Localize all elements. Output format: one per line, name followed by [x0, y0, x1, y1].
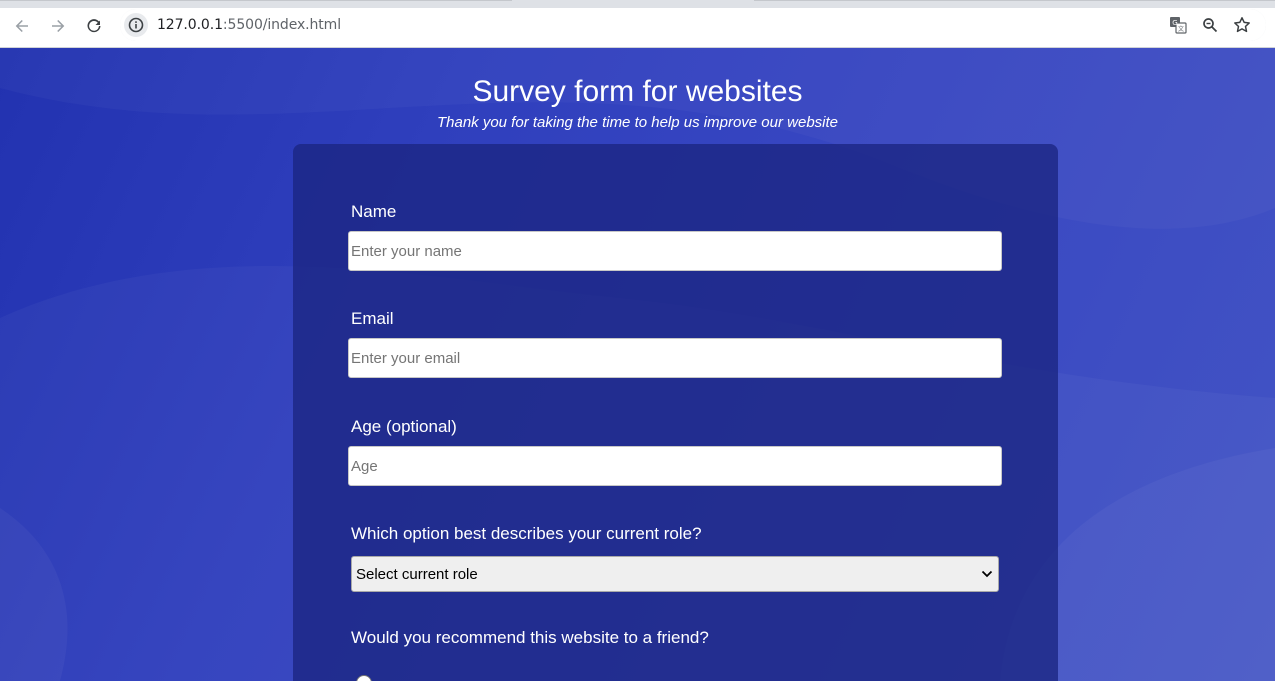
zoom-button[interactable] [1200, 15, 1220, 35]
recommend-label: Would you recommend this website to a fr… [351, 628, 709, 647]
page-subtitle: Thank you for taking the time to help us… [436, 114, 839, 131]
email-input[interactable] [348, 338, 1002, 378]
star-icon [1234, 17, 1250, 33]
url-text[interactable]: 127.0.0.1:5500/index.html [157, 17, 341, 33]
forward-button[interactable] [44, 12, 72, 40]
name-label: Name [351, 202, 397, 221]
info-icon [128, 17, 144, 33]
back-arrow-icon [15, 20, 28, 32]
role-label: Which option best describes your current… [351, 524, 702, 543]
browser-toolbar: 127.0.0.1:5500/index.html G文 [0, 8, 1275, 48]
role-select-value: Select current role [356, 565, 478, 583]
url-path: :5500/index.html [222, 17, 342, 33]
svg-text:G: G [1172, 19, 1177, 27]
bookmark-button[interactable] [1232, 15, 1252, 35]
role-select[interactable]: Select current role [351, 556, 999, 592]
chevron-down-icon [981, 570, 993, 578]
svg-text:文: 文 [1178, 25, 1184, 33]
reload-button[interactable] [80, 12, 108, 40]
reload-icon [87, 19, 101, 33]
zoom-icon [1203, 18, 1218, 33]
survey-form: Name Email Age (optional) Which option b… [293, 144, 1058, 681]
url-host: 127.0.0.1 [157, 17, 223, 33]
browser-chrome: 127.0.0.1:5500/index.html G文 [0, 0, 1275, 48]
page-content: Survey form for websites Thank you for t… [0, 48, 1275, 681]
page-title: Survey form for websites [472, 75, 803, 108]
translate-button[interactable]: G文 [1168, 15, 1188, 35]
address-bar-field[interactable]: 127.0.0.1:5500/index.html G文 [120, 9, 1266, 41]
email-label: Email [351, 309, 394, 328]
site-info-button[interactable] [124, 13, 148, 37]
age-label: Age (optional) [351, 417, 457, 436]
address-bar[interactable]: 127.0.0.1:5500/index.html G文 [120, 9, 1266, 41]
name-input[interactable] [348, 231, 1002, 271]
translate-icon: G文 [1170, 17, 1187, 34]
age-input[interactable] [348, 446, 1002, 486]
recommend-radio[interactable] [356, 675, 372, 681]
tab-strip [0, 0, 1275, 8]
back-button[interactable] [8, 12, 36, 40]
forward-arrow-icon [52, 20, 65, 32]
